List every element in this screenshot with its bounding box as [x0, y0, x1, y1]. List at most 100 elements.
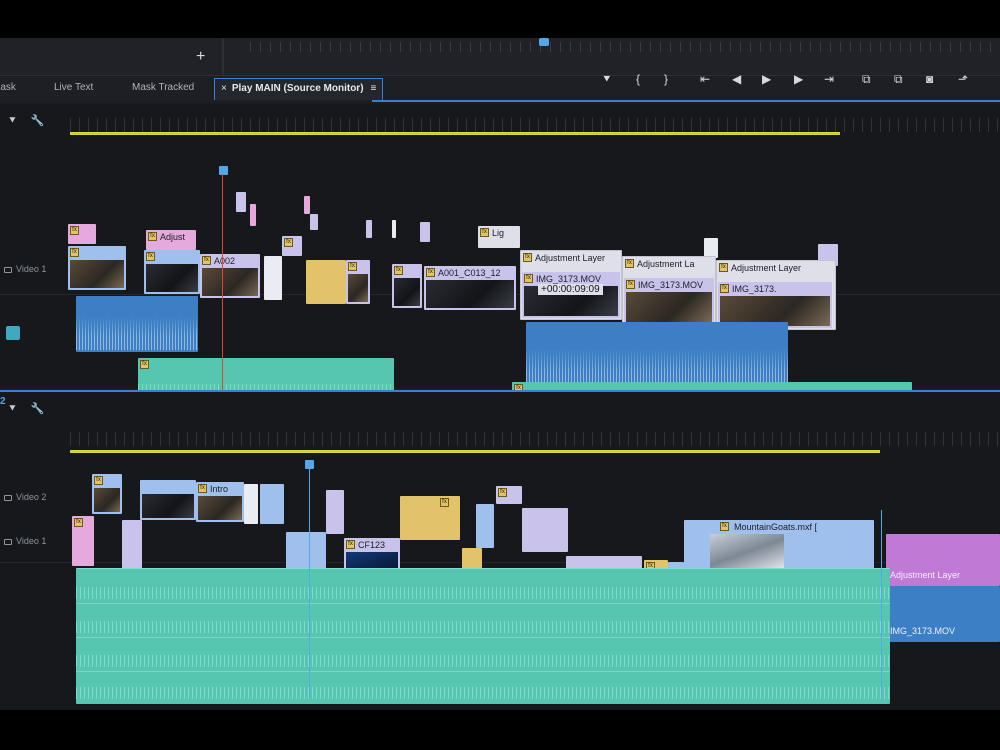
timecode-tooltip: +00:00:09:09 [538, 284, 603, 295]
timeline-tools: ⯆ 🔧 [8, 402, 59, 416]
step-forward-icon[interactable]: ▶ [794, 72, 803, 86]
clip-a002[interactable]: fx A002 [200, 254, 260, 298]
add-marker-icon[interactable]: ⯆ [8, 403, 17, 415]
tab-play-main[interactable]: × Play MAIN (Source Monitor) ≡ [214, 78, 384, 100]
audio-clip[interactable] [76, 296, 198, 352]
fx-badge-icon: fx [70, 226, 79, 235]
clip[interactable] [704, 238, 718, 258]
mute-button[interactable] [6, 326, 20, 340]
clip-thumbnail [348, 274, 368, 302]
clip[interactable] [140, 480, 196, 520]
mark-out-icon[interactable]: } [664, 72, 668, 86]
fx-badge-icon: fx [394, 266, 403, 275]
clip-adjustment-layer[interactable]: Adjustment Layer [886, 534, 1000, 586]
clip[interactable]: fx [346, 260, 370, 304]
work-area-bar[interactable] [70, 132, 840, 135]
play-icon[interactable]: ▶ [762, 72, 771, 86]
toggle-track-icon[interactable] [4, 538, 12, 545]
clip-img[interactable]: fx IMG_3173.MOV [522, 272, 620, 318]
source-ruler[interactable] [250, 42, 1000, 52]
toggle-track-icon[interactable] [4, 266, 12, 273]
playhead-line[interactable] [309, 468, 310, 698]
panel-index: 2 [0, 396, 6, 407]
toggle-track-icon[interactable] [4, 494, 12, 501]
clip[interactable]: fx [68, 224, 96, 244]
clip[interactable] [310, 214, 318, 230]
fx-badge-icon: fx [198, 484, 207, 493]
audio-clip[interactable] [76, 568, 890, 704]
clip[interactable] [326, 490, 344, 534]
clip[interactable] [236, 192, 246, 212]
tab-live-text[interactable]: Live Text [54, 82, 93, 93]
clip[interactable] [420, 222, 430, 242]
clip[interactable] [304, 196, 310, 214]
clip[interactable] [244, 484, 258, 524]
step-back-icon[interactable]: ◀ [732, 72, 741, 86]
wrench-icon[interactable]: 🔧 [31, 403, 45, 415]
clip-lig[interactable]: fx Lig [478, 226, 520, 248]
clip-a001[interactable]: fx A001_C013_12 [424, 266, 516, 310]
clip[interactable] [306, 260, 346, 304]
audio-lane-divider [76, 671, 890, 672]
clip[interactable]: fx [400, 496, 460, 540]
clip[interactable] [264, 256, 282, 300]
export-frame-icon[interactable]: ◙ [926, 72, 933, 86]
wrench-icon[interactable]: 🔧 [31, 115, 45, 127]
clip[interactable]: fx [92, 474, 122, 514]
add-button[interactable]: + [196, 48, 205, 66]
timeline-panel-secondary: 2 ⯆ 🔧 Video 2 Video 1 fx fx Intro fx fx fx… [0, 390, 1000, 710]
time-ruler[interactable] [70, 432, 1000, 446]
tab-mask-tracked[interactable]: Mask Tracked [132, 82, 194, 93]
source-playhead[interactable] [539, 38, 549, 46]
go-to-out-icon[interactable]: ⇥ [824, 72, 834, 86]
clip-img[interactable]: IMG_3173.MOV [886, 586, 1000, 642]
clip[interactable]: fx [392, 264, 422, 308]
add-marker-icon[interactable]: ⯆ [8, 115, 17, 127]
menu-icon[interactable]: ≡ [371, 83, 377, 94]
fx-badge-icon: fx [498, 488, 507, 497]
clip[interactable] [522, 508, 568, 552]
go-to-in-icon[interactable]: ⇤ [700, 72, 710, 86]
clip[interactable]: fx [144, 250, 200, 294]
tab-underline [372, 100, 1000, 102]
clip-img[interactable]: fx IMG_3173.MOV [624, 278, 714, 324]
clip[interactable]: fx [282, 236, 302, 256]
fx-badge-icon: fx [70, 248, 79, 257]
playhead-handle[interactable] [219, 166, 228, 175]
tab-mask[interactable]: Mask [0, 82, 16, 93]
clip[interactable]: fx [72, 516, 94, 566]
clip-thumbnail [142, 494, 194, 518]
clip-intro[interactable]: fx Intro [196, 482, 244, 522]
clip[interactable]: fx [68, 246, 126, 290]
mark-in-icon[interactable]: { [636, 72, 640, 86]
fx-badge-icon: fx [480, 228, 489, 237]
fx-badge-icon: fx [720, 522, 729, 531]
fx-badge-icon: fx [523, 253, 532, 262]
overwrite-icon[interactable]: ⧉ [894, 72, 903, 86]
clip-thumbnail [94, 488, 120, 512]
clip-thumbnail [70, 260, 124, 288]
clip[interactable] [260, 484, 284, 524]
button-editor-icon[interactable]: ⬏ [958, 72, 968, 86]
track-label-video-1: Video 1 [4, 536, 46, 546]
close-icon[interactable]: × [221, 83, 227, 94]
clip[interactable] [122, 520, 142, 570]
clip-thumbnail [394, 278, 420, 306]
audio-waveform [76, 655, 890, 667]
panel-divider[interactable] [222, 38, 224, 76]
insert-icon[interactable]: ⧉ [862, 72, 871, 86]
playhead-line[interactable] [222, 174, 223, 404]
fx-badge-icon: fx [719, 263, 728, 272]
time-ruler[interactable] [70, 118, 1000, 132]
clip[interactable] [250, 204, 256, 226]
clip-adjust[interactable]: fx Adjust [146, 230, 196, 250]
clip-thumbnail [626, 292, 712, 322]
work-area-bar[interactable] [70, 450, 880, 453]
fx-badge-icon: fx [524, 274, 533, 283]
clip[interactable] [392, 220, 396, 238]
clip[interactable] [476, 504, 494, 548]
clip-mountaingoats[interactable]: fx MountainGoats.mxf [ [684, 520, 874, 572]
marker-icon[interactable]: ⯆ [602, 72, 612, 86]
clip[interactable] [366, 220, 372, 238]
clip[interactable]: fx [496, 486, 522, 504]
